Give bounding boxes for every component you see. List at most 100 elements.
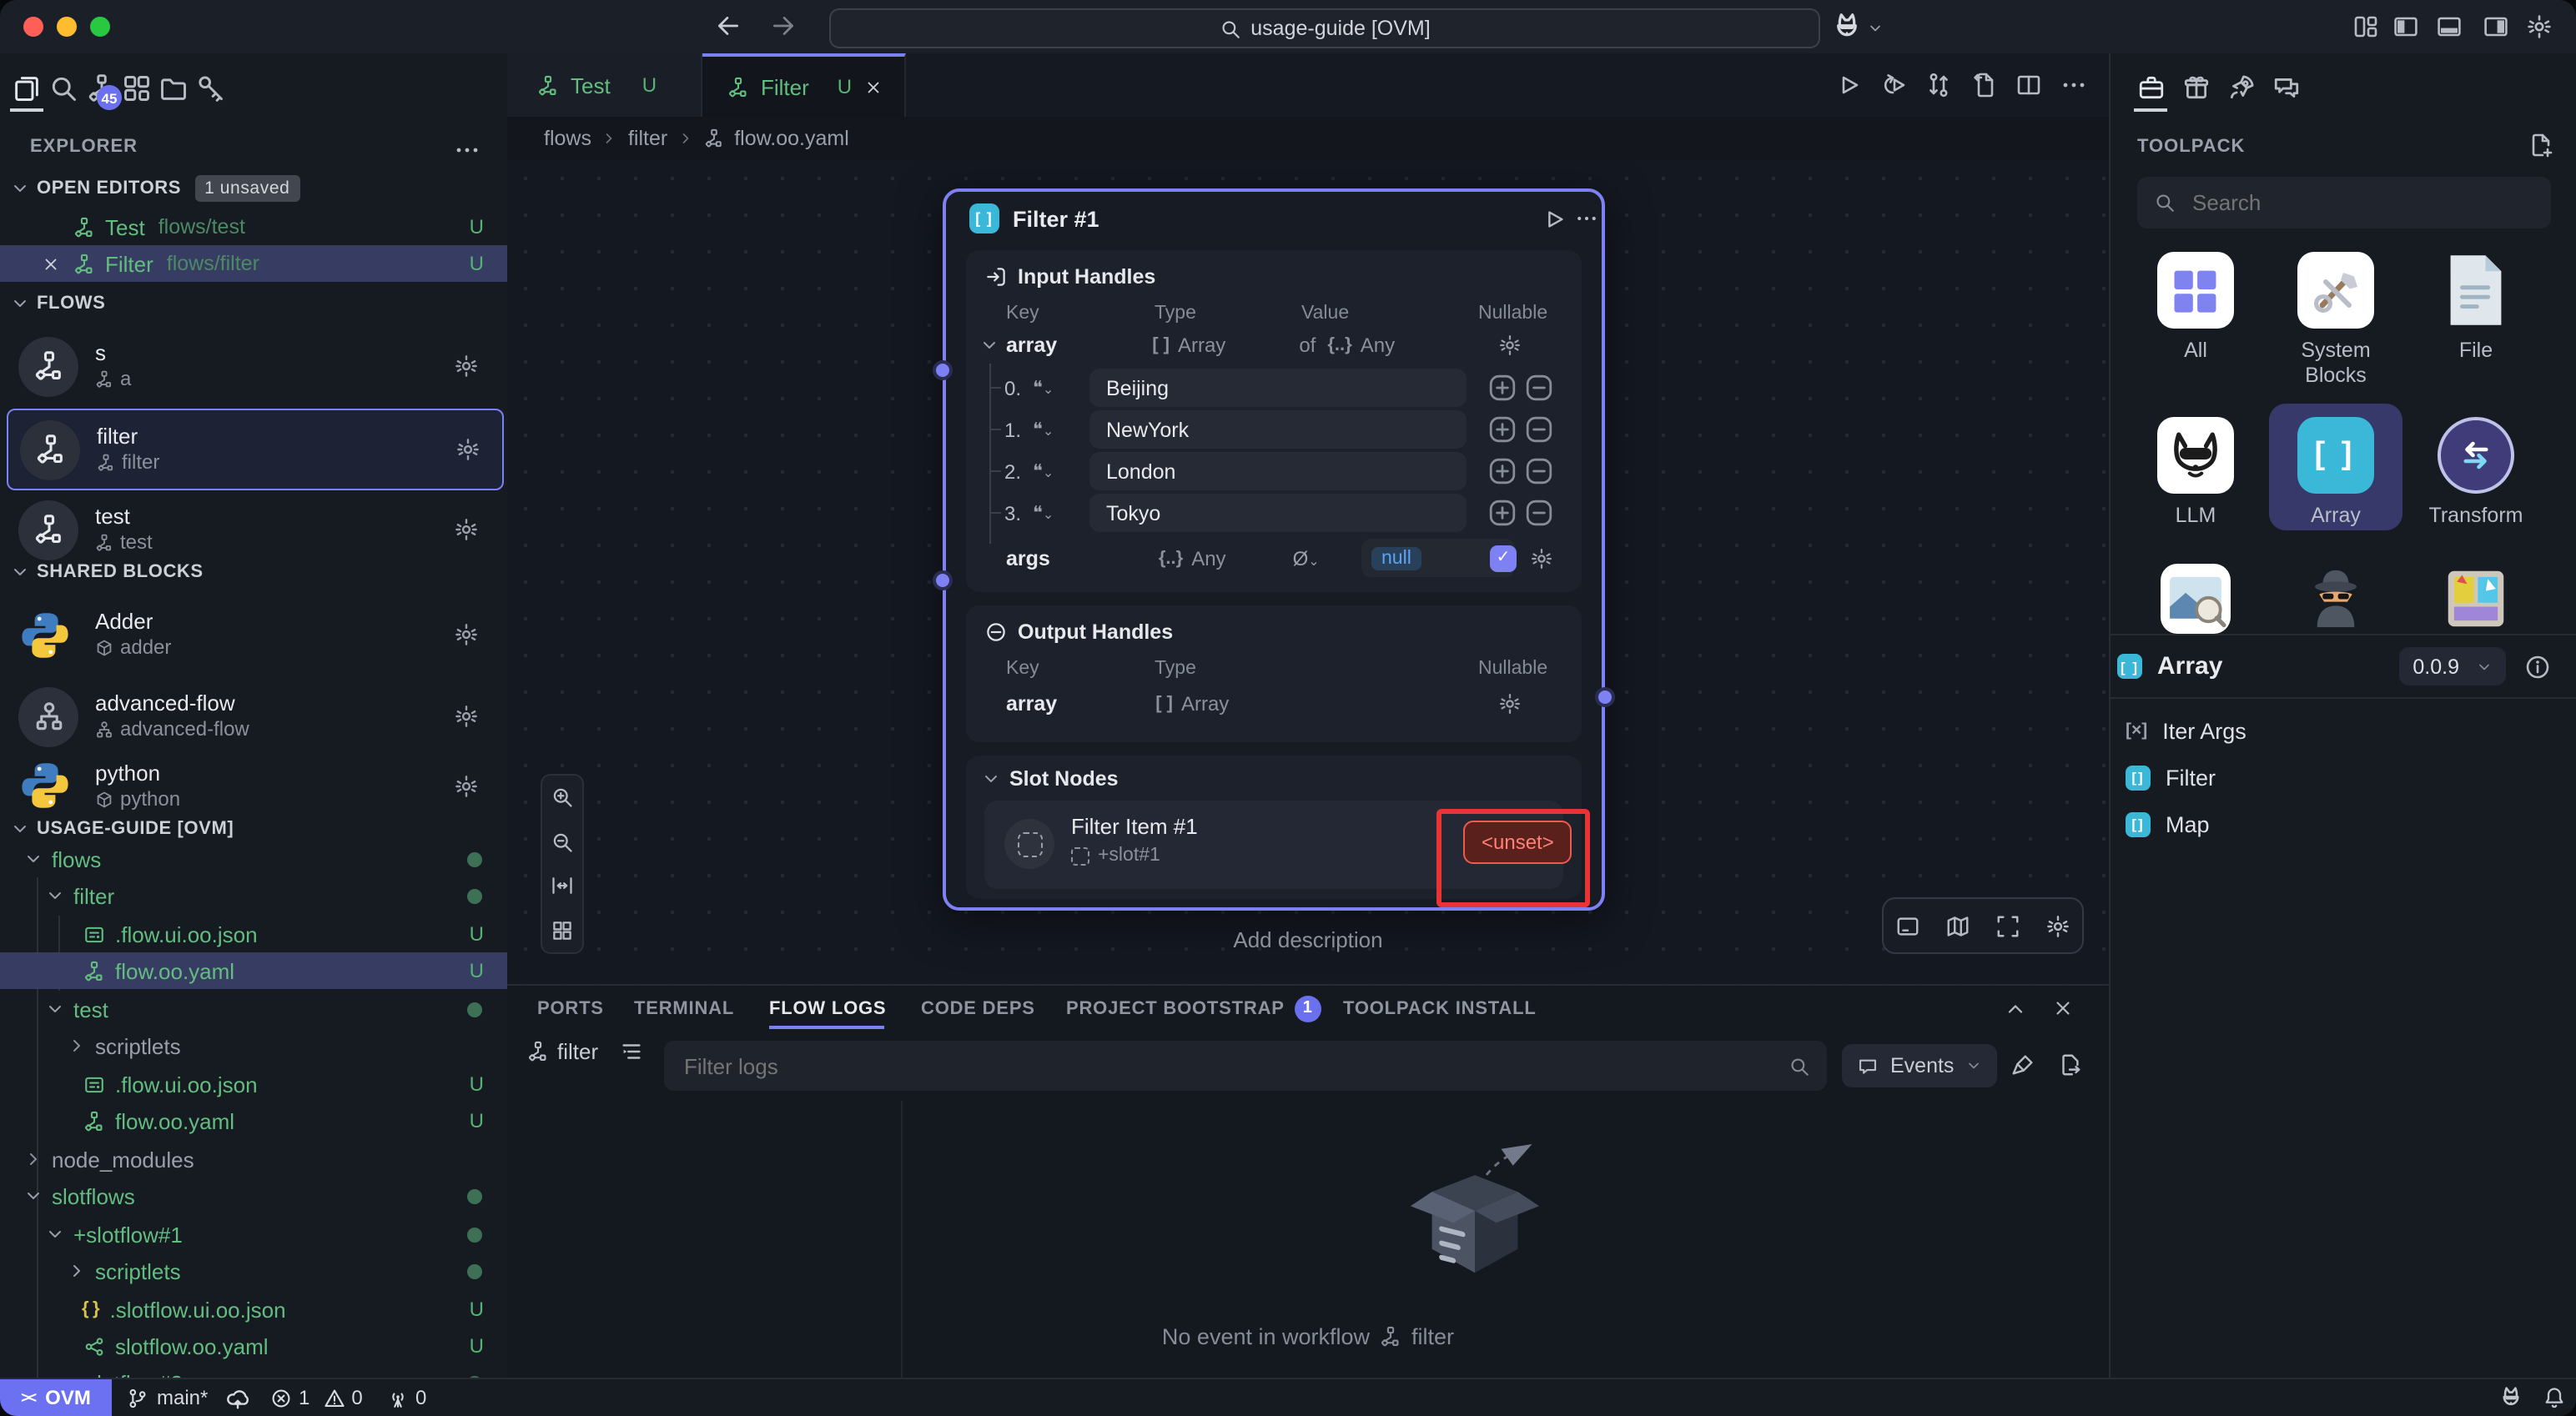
unset-slot-badge[interactable]: <unset> [1463, 821, 1572, 864]
explorer-view-icon[interactable] [12, 73, 42, 103]
string-type-selector[interactable]: ❝⌄ [1033, 460, 1054, 482]
tree-item-folder[interactable]: node_modules [0, 1141, 507, 1177]
open-editors-section-header[interactable]: OPEN EDITORS 1 unsaved [10, 172, 299, 205]
flow-settings-gear-icon[interactable] [455, 437, 480, 462]
chevron-down-icon[interactable] [1867, 20, 1884, 37]
array-item-input[interactable]: Tokyo [1089, 494, 1467, 532]
close-tab-icon[interactable] [863, 78, 882, 96]
gift-view-icon[interactable] [2182, 73, 2211, 102]
block-settings-gear-icon[interactable] [454, 704, 479, 729]
flow-settings-gear-icon[interactable] [454, 354, 479, 379]
secrets-view-icon[interactable] [195, 73, 225, 103]
nullable-checkbox-checked[interactable]: ✓ [1490, 545, 1517, 571]
command-center-search[interactable]: usage-guide [OVM] [829, 8, 1820, 48]
handle-settings-gear-icon[interactable] [1498, 334, 1522, 357]
remove-item-icon[interactable] [1525, 374, 1553, 402]
ports-status[interactable]: 0 [387, 1379, 426, 1416]
add-description-button[interactable]: Add description [507, 927, 2109, 952]
string-type-selector[interactable]: ❝⌄ [1033, 419, 1054, 440]
remove-item-icon[interactable] [1525, 415, 1553, 444]
tree-item-file[interactable]: .flow.ui.oo.json U [0, 916, 507, 952]
tree-item-file[interactable]: slotflow.oo.yaml U [0, 1328, 507, 1364]
blocks-view-icon[interactable] [122, 73, 152, 103]
tab-filter-active[interactable]: Filter U [702, 53, 906, 117]
fullscreen-icon[interactable] [1995, 913, 2020, 938]
assistant-bunny-icon[interactable] [1830, 10, 1864, 43]
assistant-bunny-icon[interactable] [2498, 1384, 2524, 1411]
handle-row-args[interactable]: args {..} Any Ø⌄ null ✓ [979, 537, 1568, 579]
close-icon[interactable] [42, 254, 60, 273]
breadcrumb-folder[interactable]: filter [628, 127, 667, 150]
new-toolpack-icon[interactable] [2528, 132, 2554, 158]
tab-terminal[interactable]: TERMINAL [634, 986, 734, 1031]
input-connection-handle-array[interactable] [933, 360, 953, 380]
console-toggle-icon[interactable] [1896, 913, 1921, 938]
customize-layout-icon[interactable] [2352, 13, 2379, 40]
add-item-icon[interactable] [1488, 499, 1517, 527]
close-panel-icon[interactable] [2052, 997, 2074, 1019]
rerun-flow-icon[interactable] [1880, 72, 1907, 98]
tab-code-deps[interactable]: CODE DEPS [921, 986, 1035, 1031]
handle-settings-gear-icon[interactable] [1498, 692, 1522, 716]
flow-canvas[interactable]: [ ] Filter #1 Input Handles Key Type Val… [507, 160, 2109, 984]
zoom-window-button[interactable] [90, 17, 110, 37]
tree-item-file[interactable]: .flow.ui.oo.json U [0, 1066, 507, 1102]
compare-changes-icon[interactable] [1925, 72, 1952, 98]
toolpack-category-file[interactable]: File [2409, 252, 2543, 364]
chevron-down-icon[interactable] [979, 335, 999, 355]
block-item-map[interactable]: [] Map [2111, 801, 2576, 847]
block-settings-gear-icon[interactable] [454, 773, 479, 798]
rocket-view-icon[interactable] [2227, 73, 2256, 102]
problems-status[interactable]: 1 0 [270, 1379, 363, 1416]
block-settings-gear-icon[interactable] [454, 622, 479, 647]
tree-item-folder[interactable]: filter [0, 877, 507, 914]
sync-cloud-icon[interactable] [224, 1385, 249, 1410]
history-forward-icon[interactable] [769, 12, 797, 40]
toolpack-category-preview[interactable] [2129, 564, 2262, 634]
toolpack-category-all[interactable]: All [2129, 252, 2262, 364]
flow-card-selected[interactable]: filter filter [7, 409, 504, 490]
fit-view-icon[interactable] [551, 875, 574, 898]
add-item-icon[interactable] [1488, 457, 1517, 485]
toolpack-category-system-blocks[interactable]: System Blocks [2269, 252, 2402, 389]
toolpack-category-llm[interactable]: LLM [2129, 417, 2262, 529]
grid-toggle-icon[interactable] [551, 919, 574, 942]
log-flow-selector[interactable]: filter [527, 1039, 643, 1064]
close-window-button[interactable] [23, 17, 43, 37]
array-item-input[interactable]: London [1089, 452, 1467, 490]
toggle-primary-sidebar-icon[interactable] [2392, 13, 2419, 40]
tree-item-folder[interactable]: scriptlets [0, 1027, 507, 1064]
array-item-input[interactable]: Beijing [1089, 369, 1467, 407]
tree-item-folder[interactable]: +slotflow#1 [0, 1216, 507, 1253]
minimize-window-button[interactable] [57, 17, 77, 37]
tree-item-file[interactable]: { } .slotflow.ui.oo.json U [0, 1291, 507, 1328]
array-item-input[interactable]: NewYork [1089, 410, 1467, 449]
flow-card[interactable]: s a [7, 327, 501, 405]
notifications-bell-icon[interactable] [2543, 1386, 2566, 1409]
tree-item-folder[interactable]: test [0, 991, 507, 1027]
explorer-more-icon[interactable] [454, 137, 480, 163]
slot-node-card[interactable]: Filter Item #1 +slot#1 <unset> [984, 801, 1563, 889]
string-type-selector[interactable]: ❝⌄ [1033, 377, 1054, 399]
toolpack-search-input[interactable] [2189, 188, 2529, 217]
block-item-filter[interactable]: [] Filter [2111, 754, 2576, 801]
canvas-settings-gear-icon[interactable] [2045, 913, 2070, 938]
log-list-icon[interactable] [618, 1039, 643, 1064]
split-editor-icon[interactable] [2015, 72, 2042, 98]
git-branch-status[interactable]: main* [127, 1379, 249, 1416]
settings-gear-icon[interactable] [2526, 13, 2553, 40]
shared-block-card[interactable]: Adder adder [7, 595, 501, 674]
toolpack-search-box[interactable] [2137, 177, 2551, 228]
history-back-icon[interactable] [714, 12, 742, 40]
tree-item-folder[interactable]: scriptlets [0, 1253, 507, 1289]
tab-project-bootstrap[interactable]: PROJECT BOOTSTRAP 1 [1066, 986, 1321, 1031]
run-node-icon[interactable] [1542, 207, 1567, 232]
tree-item-folder[interactable]: slotflows [0, 1177, 507, 1214]
open-editor-item-active[interactable]: Filter flows/filter U [0, 245, 507, 282]
slot-nodes-header[interactable]: Slot Nodes [981, 767, 1119, 791]
tab-flow-logs-active[interactable]: FLOW LOGS [769, 986, 886, 1031]
breadcrumb-root[interactable]: flows [544, 127, 591, 150]
input-connection-handle-args[interactable] [933, 570, 953, 590]
remove-item-icon[interactable] [1525, 457, 1553, 485]
run-flow-icon[interactable] [1835, 72, 1862, 98]
